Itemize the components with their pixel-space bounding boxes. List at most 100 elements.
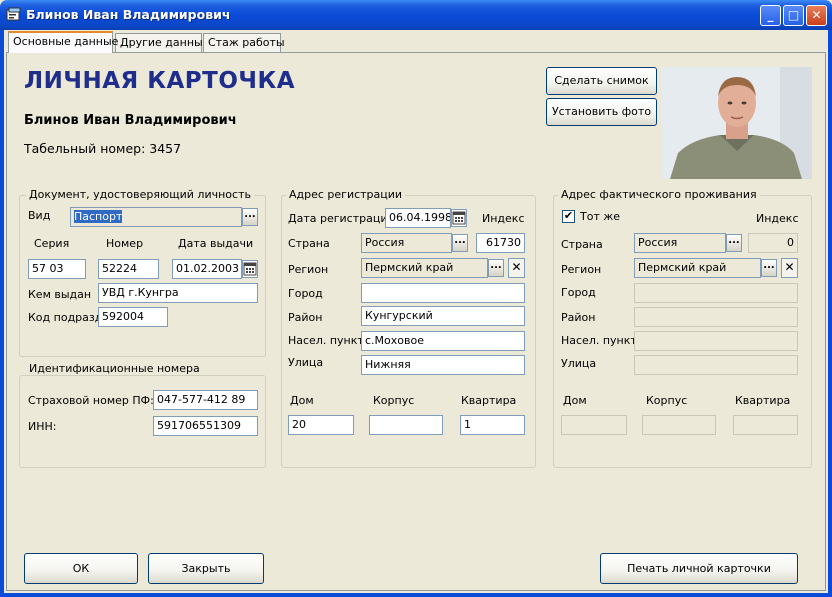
act-apartment-field[interactable]: [733, 415, 798, 435]
reg-settlement-field[interactable]: с.Моховое: [361, 331, 525, 351]
reg-region-browse-button[interactable]: ...: [488, 259, 504, 277]
number-label: Номер: [106, 237, 144, 250]
inn-field[interactable]: 591706551309: [153, 416, 258, 436]
tab-main-data[interactable]: Основные данные: [8, 31, 118, 53]
doc-type-value: Паспорт: [74, 210, 123, 223]
act-house-label: Дом: [563, 394, 587, 407]
reg-district-field[interactable]: Кунгурский: [361, 306, 525, 326]
issue-date-field[interactable]: 01.02.2003: [172, 259, 242, 279]
tab-work-experience[interactable]: Стаж работы: [203, 33, 285, 52]
doc-type-field[interactable]: Паспорт: [70, 207, 242, 227]
issue-date-label: Дата выдачи: [178, 237, 254, 250]
reg-street-label: Улица: [288, 356, 324, 369]
dept-code-field[interactable]: 592004: [98, 307, 168, 327]
dept-code-label: Код подразд.: [28, 311, 106, 324]
reg-region-field[interactable]: Пермский край: [361, 258, 488, 278]
act-region-label: Регион: [561, 263, 602, 276]
reg-building-label: Корпус: [373, 394, 415, 407]
reg-date-field[interactable]: 06.04.1998: [385, 208, 451, 228]
employee-photo: [662, 67, 812, 179]
act-region-field[interactable]: Пермский край: [634, 258, 761, 278]
act-country-label: Страна: [561, 238, 603, 251]
reg-date-label: Дата регистрации: [288, 212, 395, 225]
close-window-button[interactable]: ✕: [806, 5, 827, 26]
maximize-button[interactable]: □: [783, 5, 804, 26]
tab-other-data[interactable]: Другие данные: [115, 33, 209, 52]
reg-country-label: Страна: [288, 237, 330, 250]
app-icon[interactable]: [6, 7, 22, 23]
issued-by-label: Кем выдан: [28, 288, 92, 301]
act-house-field[interactable]: [561, 415, 627, 435]
person-name: Блинов Иван Владимирович: [24, 113, 237, 128]
print-card-button[interactable]: Печать личной карточки: [600, 553, 798, 584]
close-button[interactable]: Закрыть: [148, 553, 264, 584]
reg-house-label: Дом: [290, 394, 314, 407]
pension-number-label: Страховой номер ПФ:: [28, 394, 154, 407]
doc-type-browse-button[interactable]: ...: [242, 208, 258, 226]
reg-date-calendar-button[interactable]: [451, 209, 467, 227]
reg-index-field[interactable]: 61730: [476, 233, 525, 253]
reg-apartment-field[interactable]: 1: [460, 415, 525, 435]
reg-region-clear-button[interactable]: ✕: [508, 258, 525, 278]
act-district-field[interactable]: [634, 307, 798, 327]
act-region-browse-button[interactable]: ...: [761, 259, 777, 277]
reg-country-field[interactable]: Россия: [361, 233, 452, 253]
reg-city-field[interactable]: [361, 283, 525, 303]
window-frame-right: [828, 30, 832, 597]
act-building-label: Корпус: [646, 394, 688, 407]
act-settlement-field[interactable]: [634, 331, 798, 351]
act-index-label: Индекс: [756, 212, 799, 225]
act-country-field[interactable]: Россия: [634, 233, 726, 253]
document-legend: Документ, удостоверяющий личность: [26, 188, 254, 201]
reg-house-field[interactable]: 20: [288, 415, 354, 435]
act-country-browse-button[interactable]: ...: [726, 234, 742, 252]
ids-legend: Идентификационные номера: [26, 362, 203, 375]
ok-button[interactable]: ОК: [24, 553, 138, 584]
tabnum-row: Табельный номер: 3457: [24, 141, 181, 156]
act-index-field[interactable]: 0: [748, 233, 798, 253]
checkmark-icon: ✔: [563, 209, 574, 222]
reg-apartment-label: Квартира: [461, 394, 517, 407]
act-city-label: Город: [561, 286, 596, 299]
reg-street-field[interactable]: Нижняя: [361, 355, 525, 375]
tabnum-label: Табельный номер:: [24, 141, 146, 156]
actual-address-legend: Адрес фактического проживания: [558, 188, 760, 201]
act-apartment-label: Квартира: [735, 394, 791, 407]
reg-district-label: Район: [288, 311, 323, 324]
act-street-label: Улица: [561, 357, 597, 370]
same-address-checkbox[interactable]: ✔: [562, 210, 575, 223]
reg-country-browse-button[interactable]: ...: [452, 234, 468, 252]
reg-city-label: Город: [288, 287, 323, 300]
close-icon: ✕: [811, 8, 822, 22]
window-title: Блинов Иван Владимирович: [26, 7, 231, 22]
issue-date-calendar-button[interactable]: [242, 260, 258, 278]
registration-legend: Адрес регистрации: [286, 188, 406, 201]
act-building-field[interactable]: [642, 415, 716, 435]
calendar-icon: [243, 262, 257, 276]
minimize-icon: _: [767, 8, 774, 22]
window-frame-left: [0, 30, 4, 597]
inn-label: ИНН:: [28, 420, 57, 433]
series-label: Серия: [34, 237, 70, 250]
act-district-label: Район: [561, 311, 596, 324]
reg-region-label: Регион: [288, 263, 329, 276]
set-photo-button[interactable]: Установить фото: [546, 98, 657, 126]
take-snapshot-button[interactable]: Сделать снимок: [546, 67, 657, 95]
act-region-clear-button[interactable]: ✕: [781, 258, 798, 278]
pension-number-field[interactable]: 047-577-412 89: [153, 390, 258, 410]
number-field[interactable]: 52224: [98, 259, 159, 279]
act-street-field[interactable]: [634, 355, 798, 375]
window-frame-bottom: [0, 593, 832, 597]
page-title: ЛИЧНАЯ КАРТОЧКА: [24, 68, 296, 94]
calendar-icon: [452, 211, 466, 225]
maximize-icon: □: [787, 8, 800, 22]
minimize-button[interactable]: _: [760, 5, 781, 26]
reg-settlement-label: Насел. пункт: [288, 334, 364, 347]
act-city-field[interactable]: [634, 283, 798, 303]
issued-by-field[interactable]: УВД г.Кунгра: [98, 283, 258, 303]
series-field[interactable]: 57 03: [28, 259, 86, 279]
doc-type-label: Вид: [28, 209, 51, 222]
reg-building-field[interactable]: [369, 415, 443, 435]
same-address-label: Тот же: [580, 210, 621, 223]
clear-icon: ✕: [511, 260, 522, 274]
